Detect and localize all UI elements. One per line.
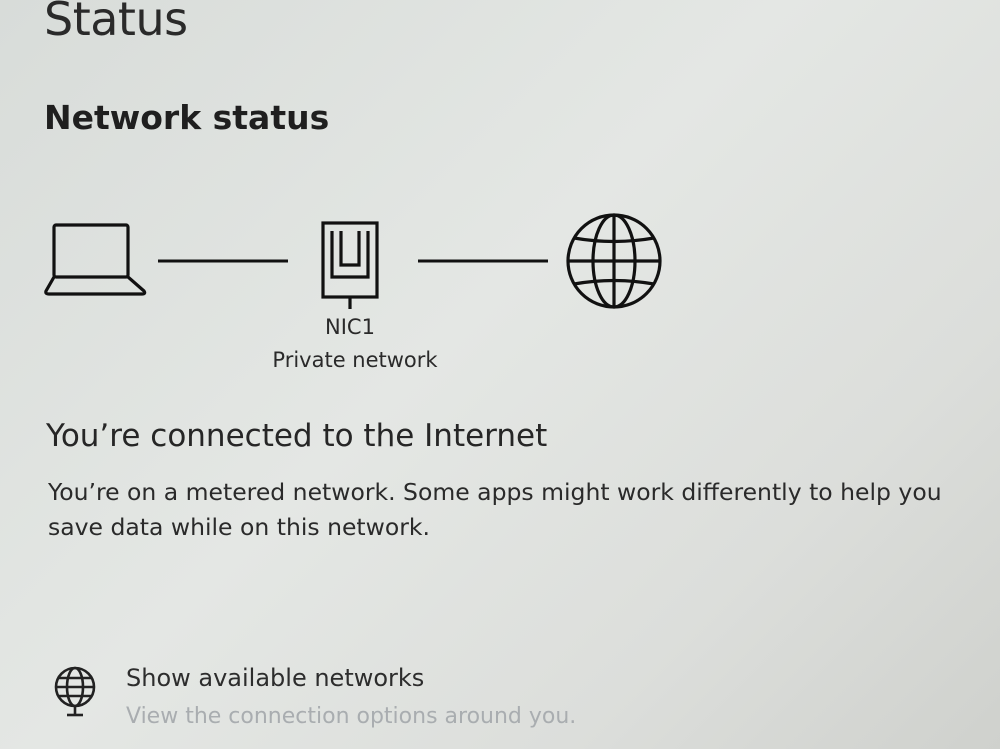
network-status-heading: Network status [44,98,330,137]
connection-status-description: You’re on a metered network. Some apps m… [48,478,942,541]
ethernet-adapter-icon [321,221,379,309]
globe-icon [566,213,662,309]
show-available-networks-link[interactable]: Show available networks View the connect… [44,658,744,738]
show-available-networks-label[interactable]: Show available networks [126,664,424,692]
show-available-networks-description: View the connection options around you. [126,704,577,729]
laptop-icon [44,223,147,296]
network-globe-icon [54,666,96,717]
page-title: Status [44,0,188,46]
connection-status-heading: You’re connected to the Internet [46,418,548,454]
network-diagram-graphic [44,213,662,309]
adapter-name: NIC1 [325,315,375,339]
network-type: Private network [272,348,438,372]
